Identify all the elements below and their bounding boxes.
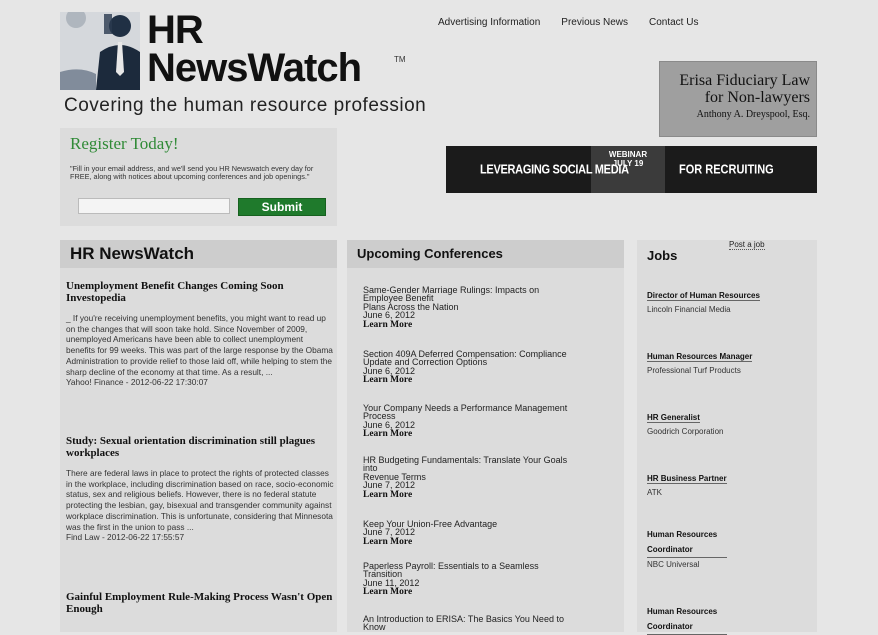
conference-item: Keep Your Union-Free Advantage June 7, 20…	[363, 519, 618, 547]
news-item-title[interactable]: Study: Sexual orientation discrimination…	[66, 435, 334, 459]
conference-item: Your Company Needs a Performance Managem…	[363, 403, 618, 439]
job-company: ATK	[647, 488, 662, 497]
nav-contact-us[interactable]: Contact Us	[649, 17, 698, 28]
job-title-link[interactable]: HR Business Partner	[647, 474, 727, 484]
news-item: Study: Sexual orientation discrimination…	[66, 435, 334, 543]
job-listing: Human Resources Manager Professional Turf…	[647, 346, 812, 378]
webinar-right-text: FOR RECRUITING	[679, 163, 774, 177]
news-item-source: Yahoo! Finance - 2012-06-22 17:30:07	[66, 377, 208, 388]
erisa-ad-line3: Anthony A. Dreyspool, Esq.	[696, 109, 810, 120]
conference-date: June 11, 2012	[363, 577, 420, 588]
learn-more-link[interactable]: Learn More	[363, 375, 618, 385]
learn-more-link[interactable]: Learn More	[363, 537, 618, 547]
logo-figure-icon	[60, 8, 140, 90]
job-title-link[interactable]: Human Resources Manager	[647, 352, 753, 362]
job-company: Lincoln Financial Media	[647, 305, 731, 314]
news-column: HR NewsWatch Unemployment Benefit Change…	[60, 240, 337, 632]
conferences-header: Upcoming Conferences	[347, 240, 624, 268]
job-title-link[interactable]: HR Generalist	[647, 413, 700, 423]
job-listing: Human Resources Coordinator NBC Universal	[647, 527, 812, 572]
logo-text-hr[interactable]: HR	[147, 10, 204, 50]
job-listing: Director of Human Resources Lincoln Finan…	[647, 285, 812, 317]
conferences-heading: Upcoming Conferences	[357, 246, 503, 261]
conference-item: An Introduction to ERISA: The Basics You…	[363, 614, 618, 632]
conference-date: June 6, 2012	[363, 365, 416, 376]
site-tagline: Covering the human resource profession	[64, 95, 427, 116]
register-title: Register Today!	[70, 134, 179, 153]
job-company: NBC Universal	[647, 560, 700, 569]
job-title-link[interactable]: Director of Human Resources	[647, 291, 760, 301]
erisa-ad-line1: Erisa Fiduciary Law	[679, 72, 810, 89]
conferences-column: Upcoming Conferences Same-Gender Marriag…	[347, 240, 624, 632]
job-title-link[interactable]: Human Resources Coordinator	[647, 527, 727, 558]
webinar-date: WEBINAR JULY 19	[606, 150, 650, 168]
conference-item: Section 409A Deferred Compensation: Comp…	[363, 349, 618, 385]
logo-text-newswatch[interactable]: NewsWatch	[147, 46, 362, 90]
job-listing: HR Business Partner ATK	[647, 468, 812, 500]
news-item-text: _ If you're receiving unemployment benef…	[66, 313, 333, 377]
register-box: Register Today! "Fill in your email addr…	[60, 128, 337, 226]
webinar-date-text: JULY 19	[612, 159, 644, 168]
learn-more-link[interactable]: Learn More	[363, 320, 618, 330]
news-heading: HR NewsWatch	[70, 244, 195, 263]
jobs-column: Jobs Post a job Director of Human Resour…	[637, 240, 817, 635]
job-company: Goodrich Corporation	[647, 427, 724, 436]
conference-title-line[interactable]: Your Company Needs a Performance Managem…	[363, 403, 618, 412]
learn-more-link[interactable]: Learn More	[363, 490, 618, 500]
top-navigation: Advertising Information Previous News Co…	[438, 17, 698, 28]
conference-date: June 6, 2012	[363, 419, 416, 430]
erisa-ad-line2: for Non-lawyers	[704, 89, 810, 106]
email-field[interactable]	[78, 198, 230, 214]
webinar-banner[interactable]: LEVERAGING SOCIAL MEDIA WEBINAR JULY 19 …	[446, 146, 817, 193]
nav-advertising-information[interactable]: Advertising Information	[438, 17, 540, 28]
conference-item: Paperless Payroll: Essentials to a Seaml…	[363, 561, 618, 597]
news-item-source: Find Law - 2012-06-22 17:55:57	[66, 532, 185, 543]
news-header: HR NewsWatch	[60, 240, 337, 268]
trademark-mark: TM	[394, 55, 406, 64]
conference-date: June 6, 2012	[363, 310, 416, 321]
job-title-link[interactable]: Human Resources Coordinator	[647, 604, 727, 635]
conference-date: June 7, 2012	[363, 527, 416, 538]
nav-previous-news[interactable]: Previous News	[561, 17, 628, 28]
conference-title-line[interactable]: Know	[363, 623, 618, 632]
conference-title-line[interactable]: An Introduction to ERISA: The Basics You…	[363, 614, 618, 623]
news-item-body: _ If you're receiving unemployment benef…	[66, 313, 334, 388]
conference-item: HR Budgeting Fundamentals: Translate You…	[363, 455, 618, 500]
register-description: "Fill in your email address, and we'll s…	[70, 164, 314, 181]
submit-button[interactable]: Submit	[238, 198, 326, 216]
learn-more-link[interactable]: Learn More	[363, 429, 618, 439]
learn-more-link[interactable]: Learn More	[363, 587, 618, 597]
news-item-text: There are federal laws in place to prote…	[66, 468, 334, 532]
job-company: Professional Turf Products	[647, 366, 741, 375]
post-job-link[interactable]: Post a job	[729, 240, 765, 250]
news-item-title[interactable]: Gainful Employment Rule-Making Process W…	[66, 591, 334, 615]
conference-title-line[interactable]: HR Budgeting Fundamentals: Translate You…	[363, 455, 618, 464]
conference-date: June 7, 2012	[363, 480, 416, 491]
job-listing: Human Resources Coordinator	[647, 604, 812, 635]
webinar-label: WEBINAR	[608, 150, 648, 159]
news-item: Unemployment Benefit Changes Coming Soon…	[66, 280, 334, 388]
conference-item: Same-Gender Marriage Rulings: Impacts on…	[363, 285, 618, 330]
news-item-title[interactable]: Unemployment Benefit Changes Coming Soon…	[66, 280, 334, 304]
jobs-heading: Jobs	[647, 248, 678, 263]
job-listing: HR Generalist Goodrich Corporation	[647, 407, 812, 439]
news-item-body: There are federal laws in place to prote…	[66, 468, 334, 543]
erisa-ad-banner[interactable]: Erisa Fiduciary Law for Non-lawyers Anth…	[659, 61, 817, 137]
news-item: Gainful Employment Rule-Making Process W…	[66, 591, 334, 615]
